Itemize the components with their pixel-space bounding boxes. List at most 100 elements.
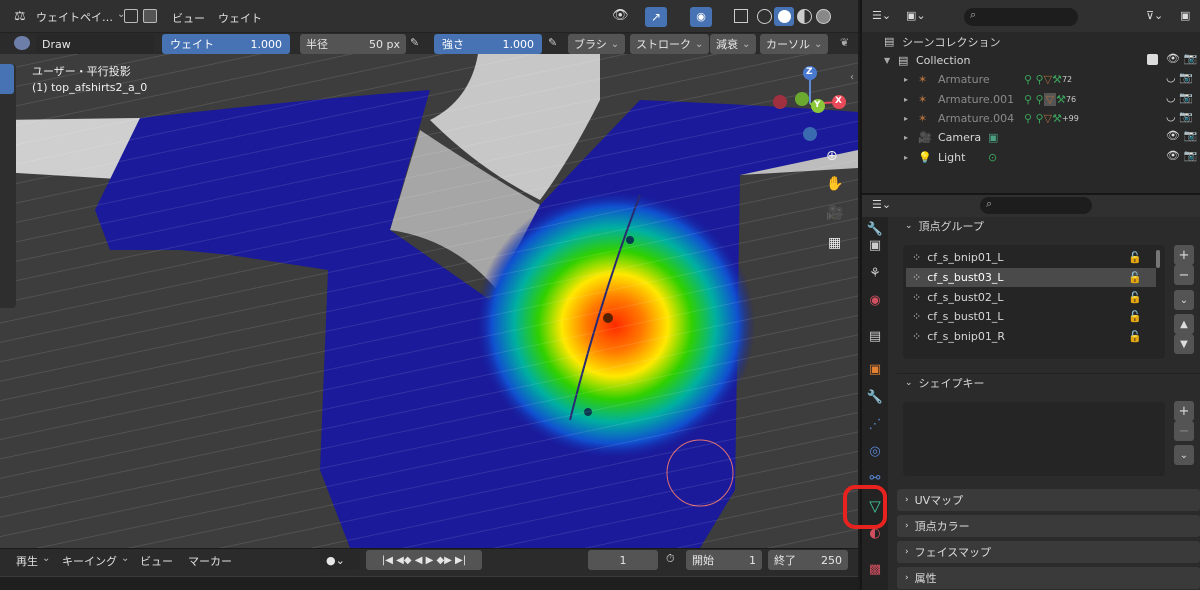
face-maps-section[interactable]: › フェイスマップ: [897, 541, 1200, 563]
object-tab-icon[interactable]: ▣: [864, 358, 886, 380]
outliner-row[interactable]: ▸ 💡 Light ⊙: [870, 148, 1200, 167]
record-button[interactable]: ●⌄: [320, 550, 360, 570]
brush-name-field[interactable]: Draw: [36, 34, 154, 54]
filter-icon[interactable]: ⊽⌄: [1146, 9, 1163, 22]
display-mode-icon[interactable]: ▣⌄: [906, 9, 926, 22]
material-tab-icon[interactable]: ◐: [864, 522, 886, 544]
new-collection-icon[interactable]: ▣: [1180, 9, 1190, 22]
collection-checkbox[interactable]: [1147, 54, 1158, 65]
scene-collection-row[interactable]: ▤ シーンコレクション: [870, 32, 1200, 51]
move-up-button[interactable]: ▲: [1174, 314, 1194, 334]
properties-editor-icon[interactable]: ☰⌄: [872, 198, 891, 211]
uv-maps-section[interactable]: › UVマップ: [897, 489, 1200, 511]
menu-weight[interactable]: ウェイト: [218, 10, 262, 26]
list-item[interactable]: ⁘ cf_s_bust01_L 🔓: [906, 307, 1156, 326]
playback-controls[interactable]: |◀ ◀◆ ◀ ▶ ◆▶ ▶|: [366, 550, 482, 570]
shading-wire-icon[interactable]: [757, 9, 772, 24]
toggle-icon[interactable]: [124, 9, 138, 23]
pressure-icon-2[interactable]: ✎: [548, 36, 557, 49]
outliner-editor-icon[interactable]: ☰⌄: [872, 9, 891, 22]
list-item-selected[interactable]: ⁘ cf_s_bust03_L 🔓: [906, 268, 1156, 287]
falloff-menu[interactable]: 減衰: [710, 34, 757, 54]
render-tab-icon[interactable]: ▣: [864, 234, 886, 256]
shape-keys-header[interactable]: ⌄ シェイプキー: [897, 373, 1200, 391]
toggle-icon-2[interactable]: [143, 9, 157, 23]
list-item[interactable]: ⁘ cf_s_bnip01_R 🔓: [906, 327, 1156, 346]
3d-viewport[interactable]: [0, 54, 858, 548]
visibility-eye-icon[interactable]: ◡ 📷: [1166, 71, 1193, 84]
physics-tab-icon[interactable]: ◎: [864, 440, 886, 462]
grid-view-icon[interactable]: ▦: [828, 235, 841, 251]
menu-view[interactable]: ビュー: [172, 10, 205, 26]
texture-tab-icon[interactable]: ▩: [864, 558, 886, 580]
output-tab-icon[interactable]: ⚘: [864, 262, 886, 284]
lock-icon[interactable]: 🔓: [1128, 310, 1142, 323]
move-down-button[interactable]: ▼: [1174, 334, 1194, 354]
visibility-eye-icon[interactable]: ◡ 📷: [1166, 91, 1193, 104]
gizmo-toggle-icon[interactable]: ↗: [645, 7, 667, 27]
zoom-icon[interactable]: ⊕: [826, 148, 838, 164]
list-item[interactable]: ⁘ cf_s_bust02_L 🔓: [906, 288, 1156, 307]
stroke-menu[interactable]: ストローク: [630, 34, 710, 54]
strength-slider[interactable]: 強さ 1.000: [434, 34, 542, 54]
cursor-menu[interactable]: カーソル: [760, 34, 829, 54]
attributes-section[interactable]: › 属性: [897, 567, 1200, 589]
shading-render-icon[interactable]: [816, 9, 831, 24]
visibility-icon[interactable]: 👁: [612, 8, 629, 23]
lock-icon[interactable]: 🔓: [1128, 251, 1142, 264]
pan-hand-icon[interactable]: ✋: [826, 176, 843, 192]
weight-slider[interactable]: ウェイト 1.000: [162, 34, 290, 54]
sidebar-toggle-icon[interactable]: ❦: [840, 36, 849, 49]
remove-vertex-group-button[interactable]: −: [1174, 265, 1194, 285]
add-shape-key-button[interactable]: +: [1174, 401, 1194, 421]
outliner-search-input[interactable]: ⌕: [964, 8, 1078, 26]
outliner-row[interactable]: ▸ 🎥 Camera ▣: [870, 128, 1200, 147]
start-frame-field[interactable]: 開始 1: [686, 550, 762, 570]
collapse-arrow-icon[interactable]: ‹: [850, 72, 854, 83]
camera-view-icon[interactable]: 🎥: [826, 205, 843, 221]
editor-type-icon[interactable]: ⚖: [14, 9, 30, 25]
outliner-row[interactable]: ▸ ✶ Armature.004 ⚲ ⚲ ▽ ⚒ +99: [870, 109, 1200, 128]
modifier-tab-icon[interactable]: 🔧: [864, 386, 886, 408]
marker-menu[interactable]: マーカー: [188, 553, 232, 569]
list-scrollbar[interactable]: [1156, 250, 1160, 268]
properties-search-input[interactable]: ⌕: [980, 197, 1092, 214]
mode-selector[interactable]: ウェイトペイ…: [36, 9, 125, 25]
lock-icon[interactable]: 🔓: [1128, 330, 1142, 343]
radius-slider[interactable]: 半径 50 px: [300, 34, 406, 54]
visibility-eye-icon[interactable]: 👁 📷: [1166, 129, 1197, 142]
shape-key-list[interactable]: [903, 402, 1165, 476]
visibility-eye-icon[interactable]: 👁 📷: [1166, 52, 1197, 65]
collection-tab-icon[interactable]: ▤: [864, 325, 886, 347]
remove-shape-key-button[interactable]: −: [1174, 421, 1194, 441]
vertex-groups-header[interactable]: ⌄ 頂点グループ: [897, 217, 1200, 235]
overlay-icon[interactable]: ◉: [690, 7, 712, 27]
outliner-row[interactable]: ▸ ✶ Armature ⚲ ⚲ ▽ ⚒ 72: [870, 70, 1200, 89]
stopwatch-icon[interactable]: ⏱: [666, 552, 675, 566]
vertex-group-specials-button[interactable]: ⌄: [1174, 290, 1194, 310]
add-vertex-group-button[interactable]: +: [1174, 245, 1194, 265]
xray-icon[interactable]: [734, 9, 748, 23]
shading-solid-icon[interactable]: [774, 7, 794, 26]
shape-key-specials-button[interactable]: ⌄: [1174, 445, 1194, 465]
shading-material-icon[interactable]: [797, 9, 812, 24]
draw-tool-icon[interactable]: [0, 64, 14, 94]
visibility-eye-icon[interactable]: ◡ 📷: [1166, 110, 1193, 123]
outliner-row[interactable]: ▸ ✶ Armature.001 ⚲ ⚲ ▽ ⚒ 76: [870, 90, 1200, 109]
list-item[interactable]: ⁘ cf_s_bnip01_L 🔓: [906, 248, 1156, 267]
playback-menu[interactable]: 再生: [16, 553, 50, 569]
brush-icon[interactable]: [14, 36, 30, 50]
brush-menu[interactable]: ブラシ: [568, 34, 626, 54]
nav-gizmo[interactable]: Z X Y: [768, 64, 852, 148]
keying-menu[interactable]: キーイング: [62, 553, 129, 569]
visibility-eye-icon[interactable]: 👁 📷: [1166, 149, 1197, 162]
world-tab-icon[interactable]: ◉: [864, 289, 886, 311]
vertex-colors-section[interactable]: › 頂点カラー: [897, 515, 1200, 537]
particles-tab-icon[interactable]: ⋰: [864, 413, 886, 435]
lock-icon[interactable]: 🔓: [1128, 291, 1142, 304]
current-frame-field[interactable]: 1: [588, 550, 658, 570]
timeline-view-menu[interactable]: ビュー: [140, 553, 173, 569]
pressure-icon[interactable]: ✎: [410, 36, 419, 49]
lock-icon[interactable]: 🔓: [1128, 271, 1142, 284]
timeline-scrub-bar[interactable]: [0, 576, 858, 590]
